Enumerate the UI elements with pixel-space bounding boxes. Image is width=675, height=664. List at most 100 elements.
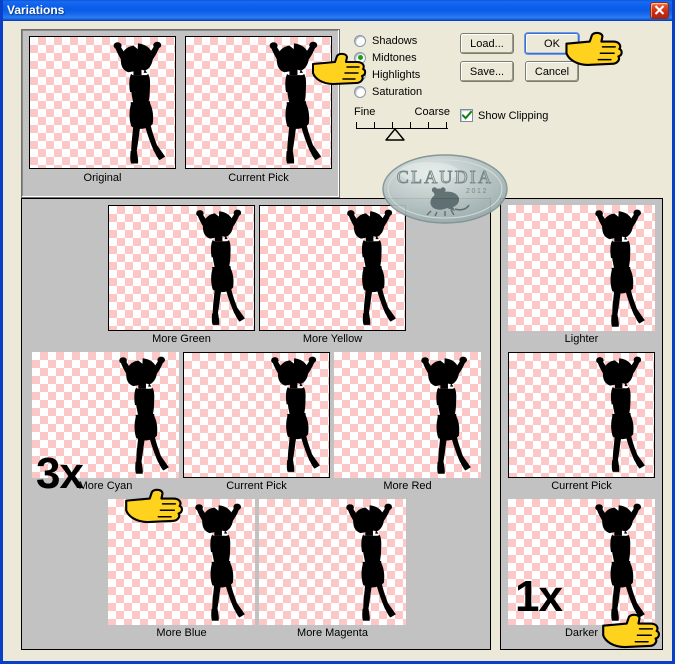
radio-label-saturation[interactable]: Saturation [372,86,422,98]
slider-tick [374,122,375,129]
variation-label-more-green: More Green [152,333,211,345]
slider-tick [428,122,429,129]
dancer-figure [346,503,397,621]
variation-label-more-red: More Red [383,480,432,492]
dancer-figure [595,209,646,327]
controls-area: Shadows Midtones Highlights Saturation F… [348,29,664,199]
radio-label-highlights[interactable]: Highlights [372,69,420,81]
variation-thumbnail-current-pick-right[interactable] [508,352,655,478]
figure-more-blue [108,499,255,625]
slider-tick [446,122,447,129]
dialog-client-area: Original Current Pick Shadows Midtones H… [3,21,672,661]
preview-label-current-pick: Current Pick [228,172,289,184]
radio-circle-saturation[interactable] [354,85,366,98]
variation-cell-current-pick[interactable]: Current Pick [183,352,330,493]
variation-label-more-blue: More Blue [156,627,207,639]
variation-thumbnail-more-blue[interactable] [108,499,255,625]
checkbox-box[interactable] [460,109,473,122]
close-x-glyph [654,5,665,15]
variation-cell-more-magenta[interactable]: More Magenta [259,499,406,640]
variation-thumbnail-darker[interactable] [508,499,655,625]
figure-darker [508,499,655,625]
slider-tick [356,122,357,129]
variation-cell-more-yellow[interactable]: More Yellow [259,205,406,346]
dancer-figure [195,210,245,326]
preview-label-original: Original [83,172,122,184]
figure-more-cyan [32,352,179,478]
variation-thumbnail-more-cyan[interactable] [32,352,179,478]
radio-midtones[interactable]: Midtones [354,50,417,65]
figure-more-red [334,352,481,478]
variation-label-more-magenta: More Magenta [297,627,368,639]
window-titlebar: Variations [3,0,672,21]
variation-label-more-cyan: More Cyan [78,480,133,492]
checkmark-icon [461,111,472,120]
variation-label-lighter: Lighter [564,333,599,345]
save-button[interactable]: Save... [460,61,514,82]
variation-label-current-pick-right: Current Pick [551,480,612,492]
window-title: Variations [7,3,65,17]
slider-thumb[interactable] [384,128,406,142]
dancer-figure [421,356,472,474]
radio-label-midtones[interactable]: Midtones [372,52,417,64]
radio-shadows[interactable]: Shadows [354,33,417,48]
figure-current-pick [184,353,329,477]
dancer-figure [119,356,170,474]
variation-cell-more-red[interactable]: More Red [334,352,481,493]
figure-original [30,37,175,168]
dancer-figure [195,503,246,621]
variation-label-current-pick: Current Pick [226,480,287,492]
preview-cell-original[interactable]: Original [29,36,176,185]
slider-label-coarse: Coarse [414,106,450,118]
variation-thumbnail-more-green[interactable] [108,205,255,331]
radio-label-shadows[interactable]: Shadows [372,35,417,47]
close-icon[interactable] [650,1,669,19]
preview-panel: Original Current Pick [21,29,367,198]
show-clipping-checkbox[interactable]: Show Clipping [460,109,548,122]
dancer-figure [269,41,322,164]
dancer-figure [270,357,320,473]
figure-current-pick [186,37,331,168]
variation-thumbnail-more-yellow[interactable] [259,205,406,331]
dancer-figure [113,41,166,164]
slider-tick [410,122,411,129]
variation-cell-darker[interactable]: Darker [508,499,655,640]
variation-cell-more-green[interactable]: More Green [108,205,255,346]
load-button[interactable]: Load... [460,33,514,54]
variation-thumbnail-more-red[interactable] [334,352,481,478]
dancer-figure [595,503,646,621]
show-clipping-label[interactable]: Show Clipping [478,110,548,122]
figure-more-magenta [259,499,406,625]
variation-cell-more-cyan[interactable]: More Cyan [32,352,179,493]
variation-cell-more-blue[interactable]: More Blue [108,499,255,640]
fine-coarse-slider[interactable]: Fine Coarse [354,106,450,142]
radio-circle-shadows[interactable] [354,34,366,47]
figure-more-green [109,206,254,330]
slider-label-fine: Fine [354,106,376,118]
radio-highlights[interactable]: Highlights [354,67,420,82]
preview-thumbnail-current-pick[interactable] [185,36,332,169]
dancer-figure [346,210,396,326]
slider-labels: Fine Coarse [354,106,450,119]
variations-dialog-window: Variations Original Current Pick Shadows… [0,0,675,664]
ok-button[interactable]: OK [525,33,579,54]
slider-track[interactable] [354,122,450,141]
variation-thumbnail-lighter[interactable] [508,205,655,331]
variation-cell-current-pick-right[interactable]: Current Pick [508,352,655,493]
radio-saturation[interactable]: Saturation [354,84,422,99]
dancer-figure [595,357,645,473]
lightness-variations-panel: Lighter Current Pick Darker 1x [500,198,663,650]
variation-thumbnail-current-pick[interactable] [183,352,330,478]
figure-current-pick-right [509,353,654,477]
preview-cell-current-pick[interactable]: Current Pick [185,36,332,185]
variation-cell-lighter[interactable]: Lighter [508,205,655,346]
variation-thumbnail-more-magenta[interactable] [259,499,406,625]
radio-circle-midtones[interactable] [354,51,366,64]
variations-grid-panel: More Green More Yellow More Cyan Current… [21,198,491,650]
cancel-button[interactable]: Cancel [525,61,579,82]
radio-circle-highlights[interactable] [354,68,366,81]
figure-lighter [508,205,655,331]
variation-label-more-yellow: More Yellow [302,333,363,345]
variation-label-darker: Darker [564,627,598,639]
preview-thumbnail-original[interactable] [29,36,176,169]
